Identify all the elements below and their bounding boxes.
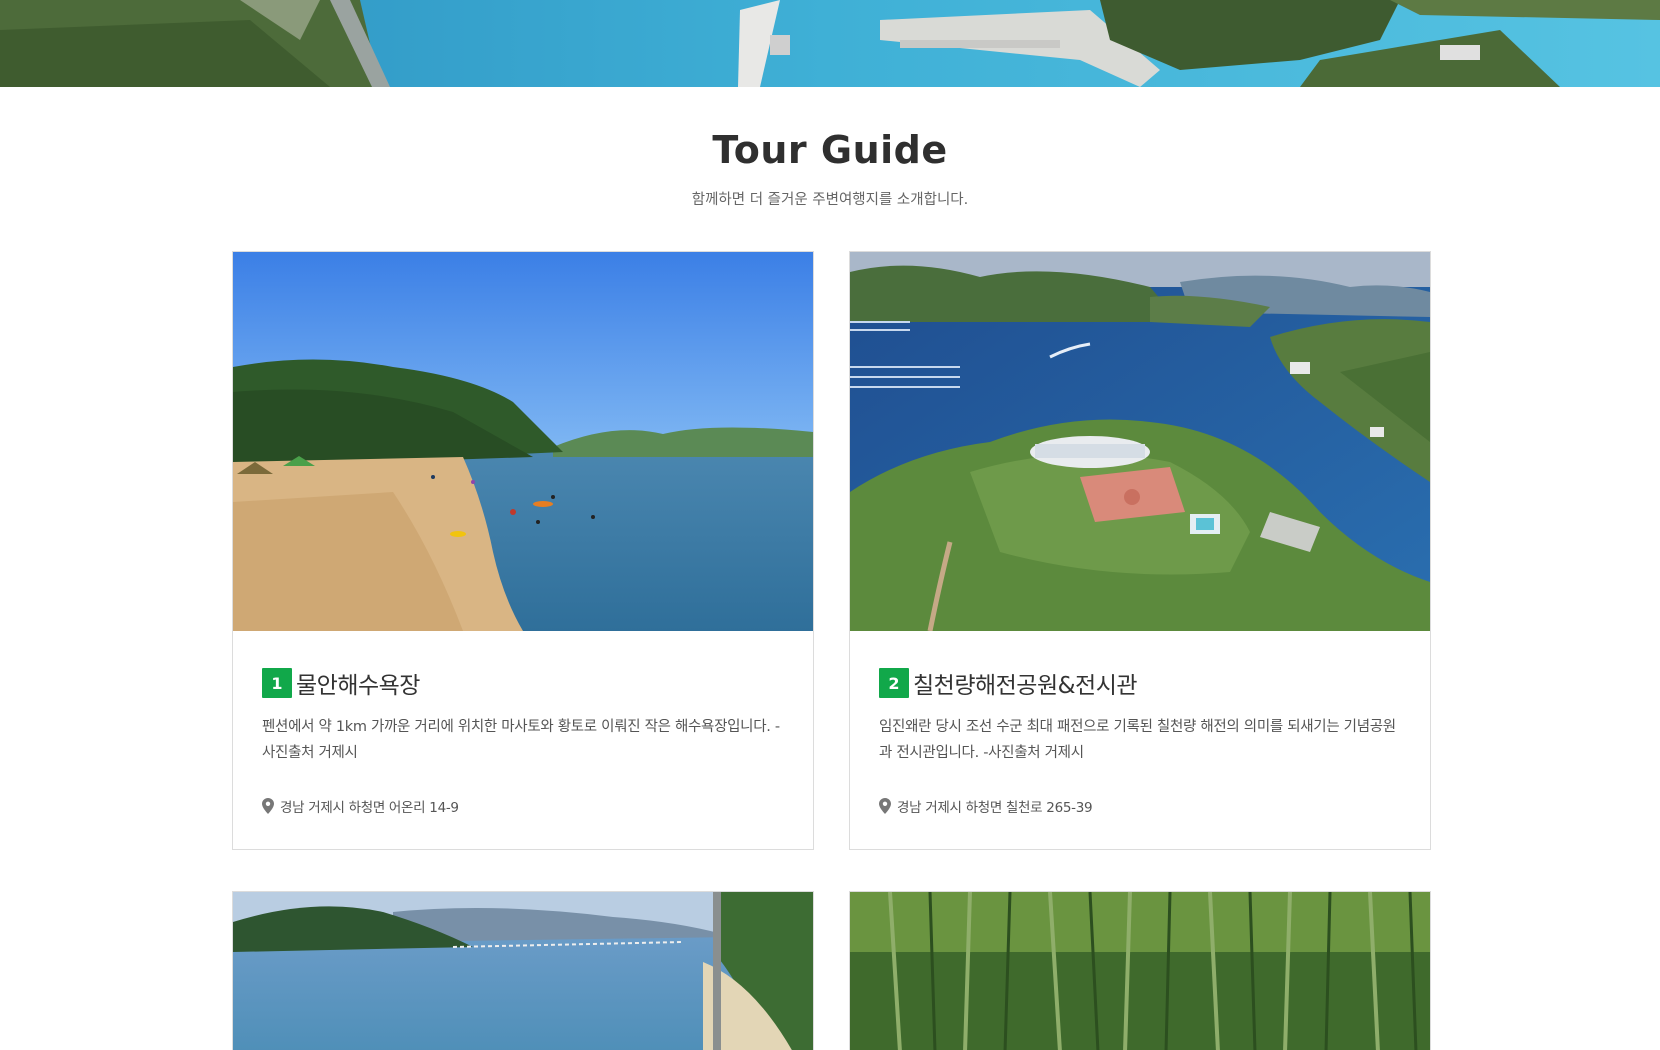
tour-card-address-text: 경남 거제시 하청면 칠천로 265-39 [897,800,1093,816]
tour-card-4[interactable] [849,891,1431,1050]
map-pin-icon [879,798,891,814]
tour-card-photo[interactable] [850,252,1430,631]
tour-card-2[interactable]: 2 칠천량해전공원&전시관 임진왜란 당시 조선 수군 최대 패전으로 기록된 … [849,251,1431,850]
tour-card-title-row: 2 칠천량해전공원&전시관 [879,666,1138,700]
tour-card-title[interactable]: 물안해수욕장 [296,666,420,700]
page: Tour Guide 함께하면 더 즐거운 주변여행지를 소개합니다. 1 물안… [0,0,1660,1050]
tour-card-1[interactable]: 1 물안해수욕장 펜션에서 약 1km 가까운 거리에 위치한 마사토와 황토로… [232,251,814,850]
tour-card-photo[interactable] [233,892,813,1050]
tour-card-photo[interactable] [850,892,1430,1050]
tour-card-3[interactable] [232,891,814,1050]
tour-card-title[interactable]: 칠천량해전공원&전시관 [913,666,1138,700]
tour-card-address: 경남 거제시 하청면 칠천로 265-39 [879,796,1093,816]
section-subtitle: 함께하면 더 즐거운 주변여행지를 소개합니다. [691,192,969,208]
tour-card-title-row: 1 물안해수욕장 [262,666,420,700]
tour-card-description: 펜션에서 약 1km 가까운 거리에 위치한 마사토와 황토로 이뤄진 작은 해… [262,719,780,761]
tour-card-address: 경남 거제시 하청면 어온리 14-9 [262,796,459,816]
number-badge: 2 [879,668,909,698]
tour-card-photo[interactable] [233,252,813,631]
tour-card-address-text: 경남 거제시 하청면 어온리 14-9 [280,800,459,816]
map-pin-icon [262,798,274,814]
hero-banner-image [0,0,1660,87]
tour-card-description: 임진왜란 당시 조선 수군 최대 패전으로 기록된 칠천량 해전의 의미를 되새… [879,719,1396,761]
section-title: Tour Guide [712,128,948,172]
number-badge: 1 [262,668,292,698]
